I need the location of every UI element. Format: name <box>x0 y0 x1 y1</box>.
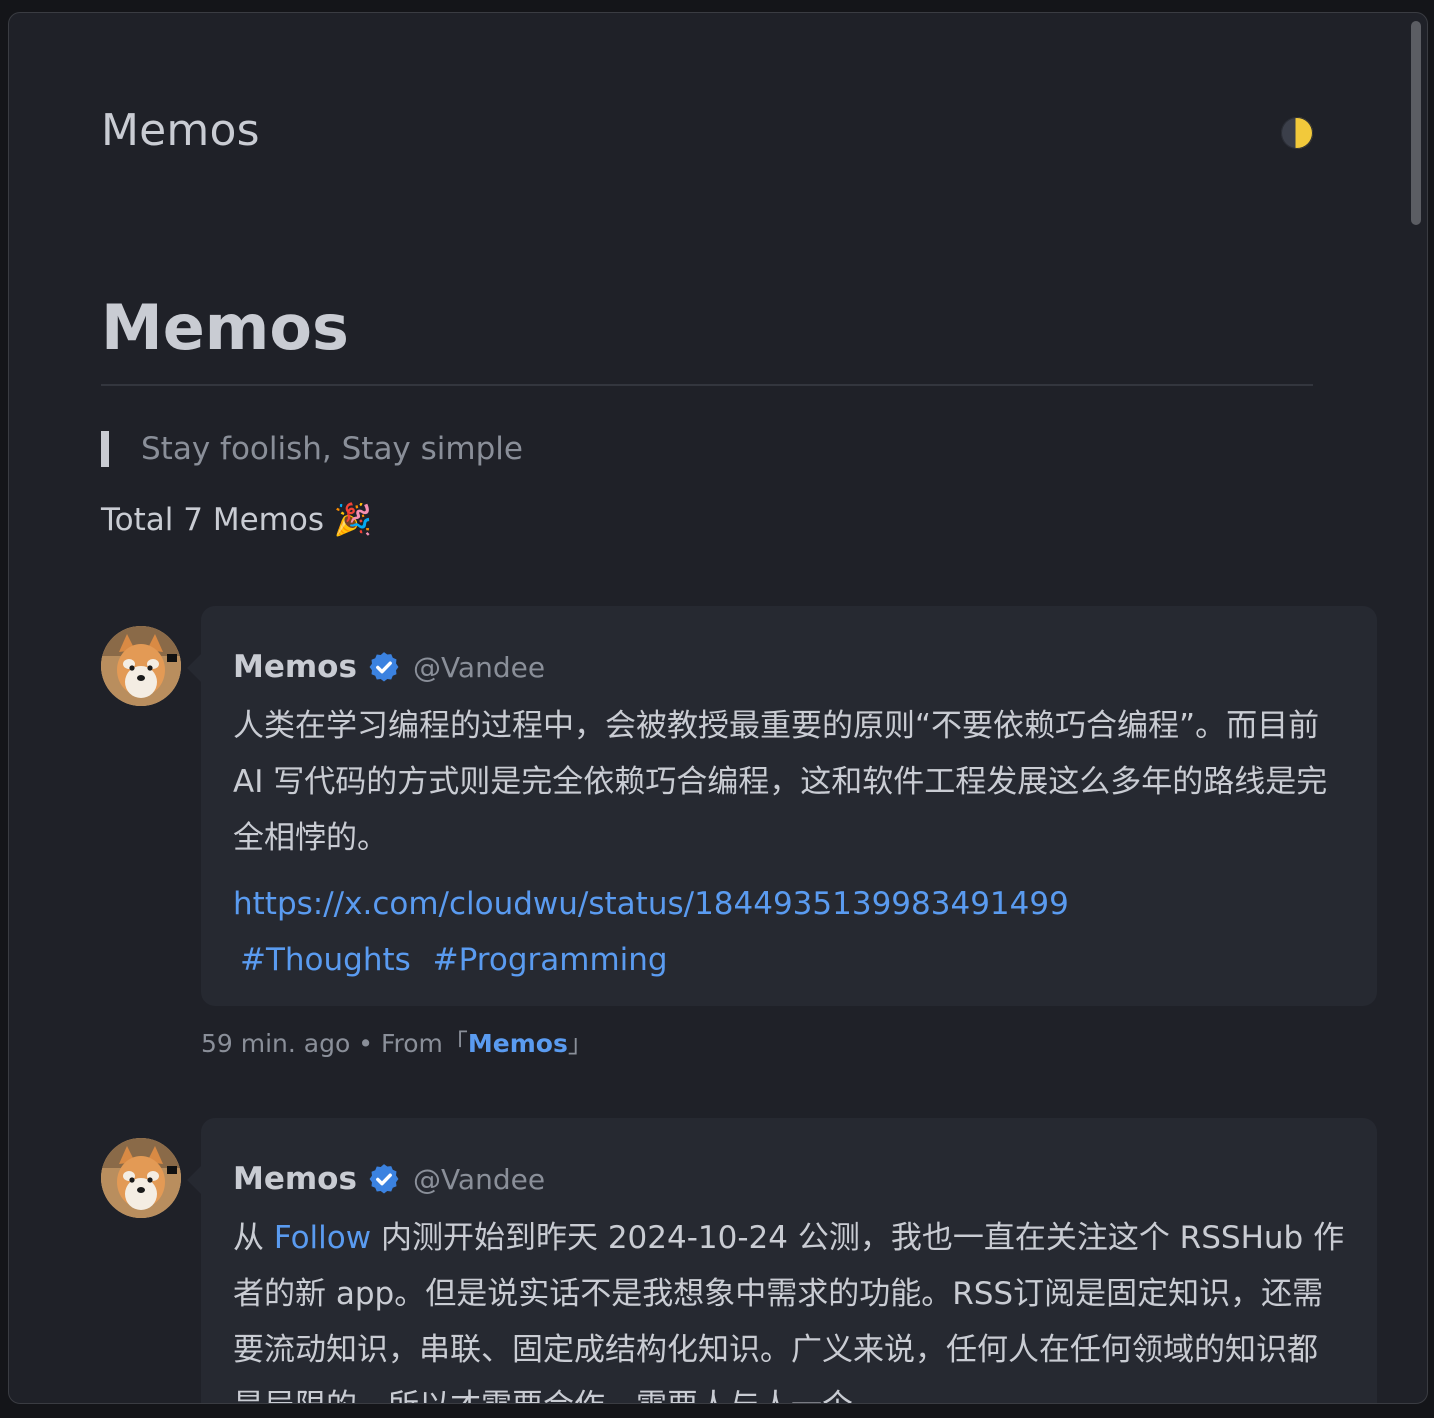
avatar <box>101 626 181 706</box>
content-prefix: 从 <box>233 1220 274 1256</box>
author-row: Memos @Vandee <box>233 646 1345 688</box>
memo-time[interactable]: 59 min. ago <box>201 1029 350 1058</box>
author-handle[interactable]: @Vandee <box>413 651 545 684</box>
blockquote-bar <box>101 431 109 467</box>
avatar <box>101 1138 181 1218</box>
memo-content: 人类在学习编程的过程中，会被教授最重要的原则“不要依赖巧合编程”。而目前 AI … <box>233 708 1328 856</box>
page-title: Memos <box>101 291 349 364</box>
shiba-avatar-icon <box>101 1138 181 1218</box>
memo-card: Memos @Vandee 从 Follow 内测开始到昨天 2024-10-2… <box>187 1118 1377 1403</box>
author-name[interactable]: Memos <box>233 649 357 685</box>
memo-link[interactable]: https://x.com/cloudwu/status/18449351399… <box>233 886 1069 922</box>
theme-toggle-button[interactable] <box>1281 117 1313 149</box>
scrollbar[interactable] <box>1409 13 1427 1403</box>
verified-badge-icon <box>369 1164 399 1194</box>
author-handle[interactable]: @Vandee <box>413 1163 545 1196</box>
shiba-avatar-icon <box>101 626 181 706</box>
memo-meta: 59 min. ago • From「Memos」 <box>201 1024 593 1060</box>
source-bracket-open: 「 <box>442 1029 468 1058</box>
tag-thoughts[interactable]: #Thoughts <box>240 942 411 978</box>
content-rest: 内测开始到昨天 2024-10-24 公测，我也一直在关注这个 RSSHub 作… <box>233 1220 1345 1403</box>
app-window: Memos Memos Stay foolish, Stay simple To… <box>8 12 1428 1404</box>
blockquote-text: Stay foolish, Stay simple <box>141 431 523 467</box>
moon-icon <box>1281 117 1313 149</box>
verified-badge-icon <box>369 652 399 682</box>
meta-separator: • <box>358 1029 373 1058</box>
site-title[interactable]: Memos <box>101 105 260 156</box>
divider <box>101 384 1313 386</box>
author-name[interactable]: Memos <box>233 1161 357 1197</box>
memo-source-link[interactable]: Memos <box>468 1029 568 1058</box>
tag-programming[interactable]: #Programming <box>433 942 668 978</box>
source-bracket-close: 」 <box>567 1029 593 1058</box>
memo-card: Memos @Vandee 人类在学习编程的过程中，会被教授最重要的原则“不要依… <box>187 606 1377 1006</box>
author-row: Memos @Vandee <box>233 1158 1345 1200</box>
from-label: From <box>380 1029 443 1058</box>
scrollbar-thumb[interactable] <box>1411 21 1421 225</box>
memo-count: Total 7 Memos 🎉 <box>101 502 373 538</box>
tag-list: #Thoughts #Programming <box>233 932 1345 988</box>
follow-link[interactable]: Follow <box>274 1220 371 1256</box>
memo-content: 从 Follow 内测开始到昨天 2024-10-24 公测，我也一直在关注这个… <box>233 1210 1345 1403</box>
